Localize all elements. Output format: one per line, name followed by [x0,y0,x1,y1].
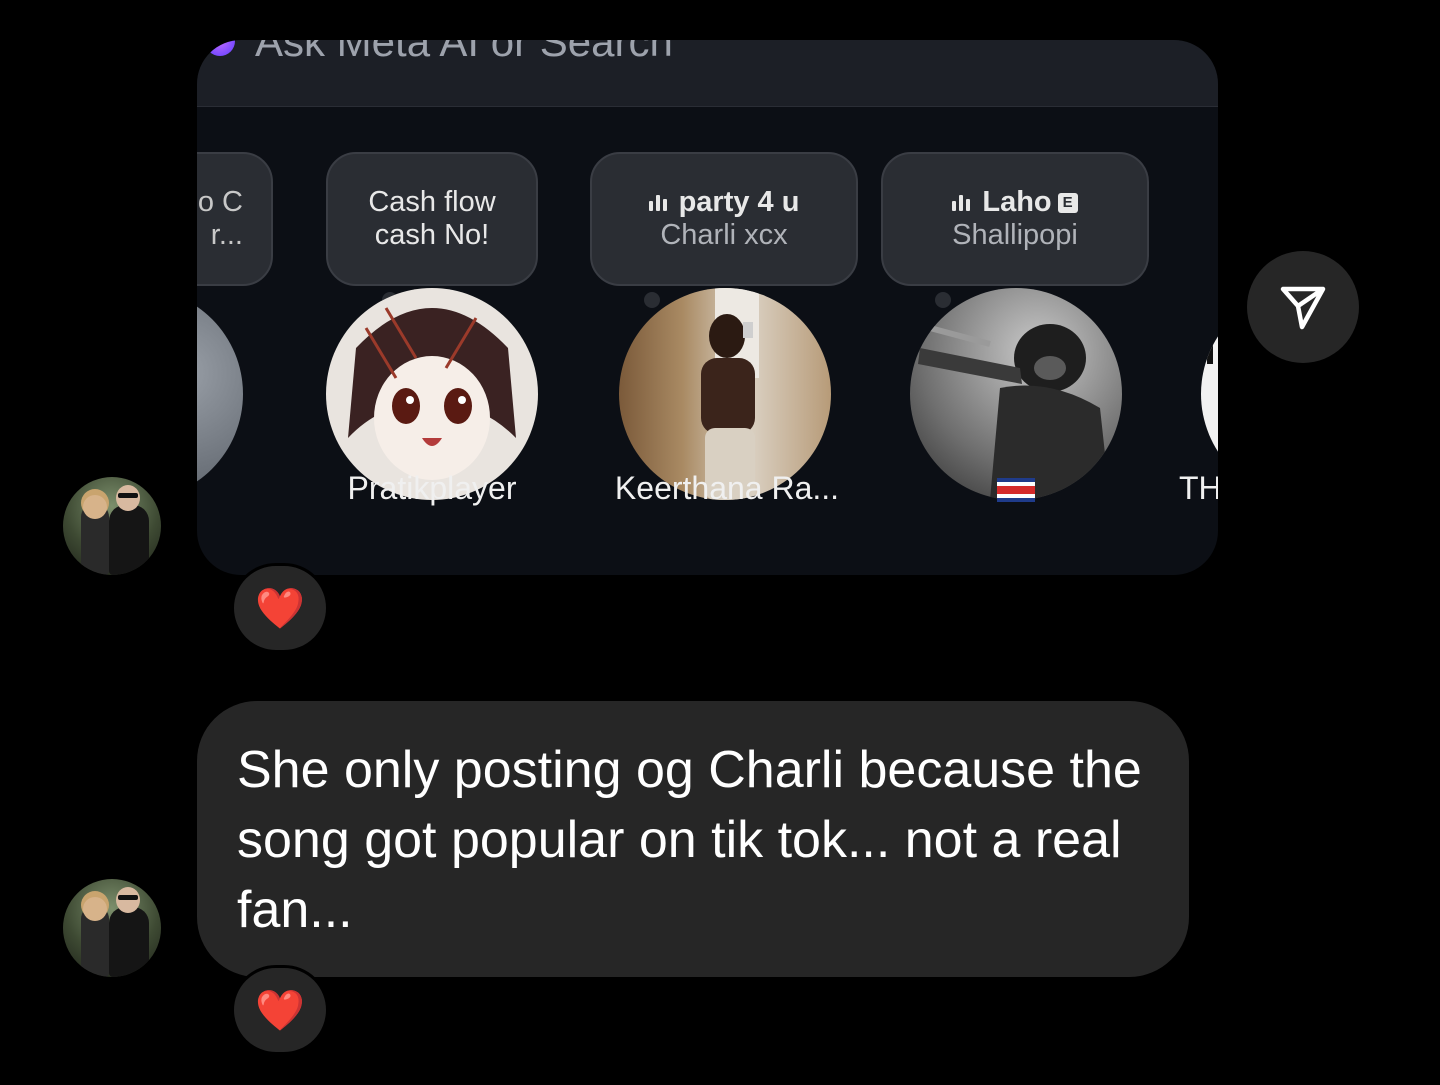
note-line1: Cash flow [368,186,496,218]
costa-rica-flag-icon [997,478,1035,502]
gorilla-image [918,324,1110,500]
note-line1: o C [197,186,243,218]
explicit-icon: E [1057,193,1078,214]
avatar-glasses [118,895,138,900]
note-tail [644,292,660,308]
profile-circle-keerthana [619,288,831,500]
music-note-bubble: Laho E Shallipopi [881,152,1149,286]
username: Keerthana Ra... [614,470,840,506]
shared-screenshot-message[interactable]: Ask Meta AI or Search o C r... Cash flow… [197,40,1218,575]
profile-circle-pratikplayer [326,288,538,500]
music-playing-icon [952,195,972,212]
note-tail [935,292,951,308]
avatar-person-1-head [83,495,107,519]
username: Pratikplayer [347,470,517,506]
note-bubble: o C r... [197,152,273,286]
profile-circle [197,288,243,500]
profile-circle-shallipopi [910,288,1122,500]
meta-ai-icon [205,40,235,56]
note-line2: cash No! [374,219,490,251]
search-placeholder: Ask Meta AI or Search [255,40,673,65]
text-message[interactable]: She only posting og Charli because the s… [197,701,1189,977]
song-title: party 4 u [678,186,800,218]
heart-reaction-icon[interactable]: ❤️ [231,563,329,653]
song-row: Laho E [883,186,1147,219]
profile-circle-mark [1207,324,1213,364]
sender-avatar[interactable] [63,477,161,575]
sender-avatar[interactable] [63,879,161,977]
avatar-person-2-head [116,485,140,511]
share-send-icon[interactable] [1247,251,1359,363]
avatar-person-1-head [83,897,107,921]
avatar-person-2-head [116,887,140,913]
note-bubble: Cash flow cash No! [326,152,538,286]
avatar-person-2 [109,907,149,977]
message-text: She only posting og Charli because the s… [237,741,1142,939]
avatar-person-2 [109,505,149,575]
song-artist: Shallipopi [952,219,1078,251]
anime-avatar-image [348,307,516,480]
note-line2: r... [210,219,243,251]
heart-reaction-icon[interactable]: ❤️ [231,965,329,1055]
search-bar: Ask Meta AI or Search [197,40,1218,107]
music-note-bubble: party 4 u Charli xcx [590,152,858,286]
song-title: Laho [982,186,1052,218]
avatar-glasses [118,493,138,498]
paper-plane-icon [1280,286,1326,330]
selfie-image [701,288,759,500]
song-row: party 4 u [592,186,856,219]
music-playing-icon [648,195,669,212]
song-artist: Charli xcx [660,219,788,251]
username: TH [1179,470,1218,506]
profile-circle [1201,288,1218,500]
